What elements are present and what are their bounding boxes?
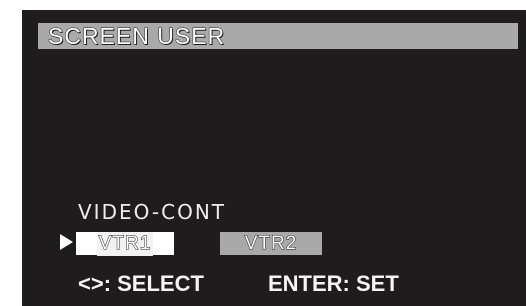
- osd-menu-screen: SCREEN USER VIDEO-CONT VTR1 VTR2 <>: SEL…: [22, 10, 526, 306]
- triangle-right-icon: [60, 234, 73, 250]
- select-hint: <>: SELECT: [78, 271, 204, 296]
- option-vtr2-label: VTR2: [244, 233, 298, 255]
- menu-title: SCREEN USER: [47, 23, 226, 50]
- menu-heading-video-cont: VIDEO-CONT: [78, 200, 227, 224]
- option-vtr1[interactable]: VTR1: [76, 232, 174, 256]
- enter-set-hint: ENTER: SET: [268, 271, 399, 296]
- option-vtr1-label: VTR1: [96, 232, 154, 256]
- option-vtr2[interactable]: VTR2: [220, 232, 322, 255]
